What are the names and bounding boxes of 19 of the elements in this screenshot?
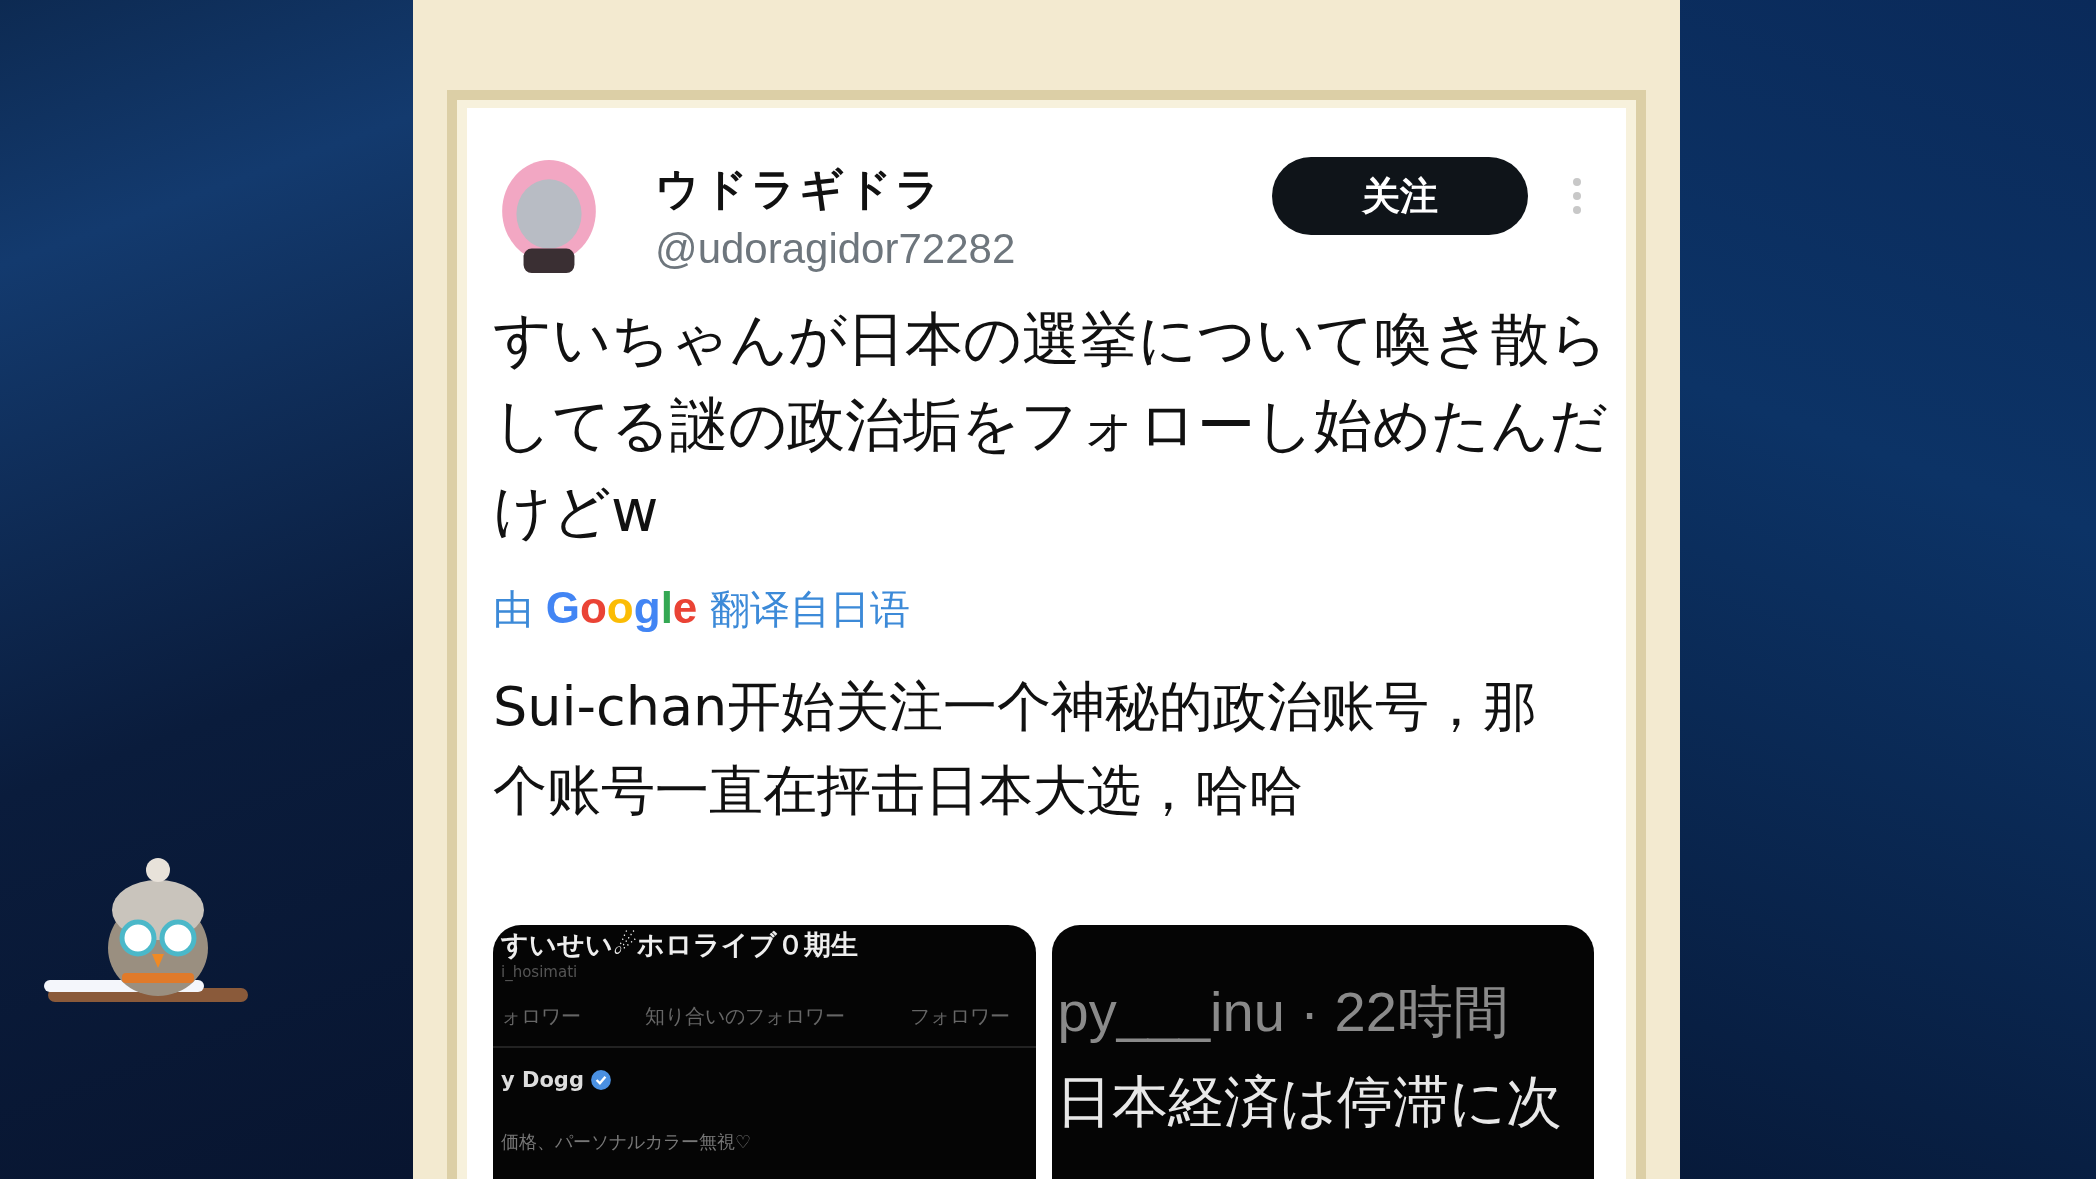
tab-label: 知り合いのフォロワー: [645, 1003, 846, 1030]
tab-label: フォロワー: [909, 1003, 1010, 1030]
profile-name: すいせい☄ホロライブ０期生: [500, 928, 860, 962]
follow-button[interactable]: 关注: [1272, 157, 1528, 235]
post-text: 日本経済は停滞に次: [1054, 1068, 1563, 1136]
translated-text: Sui-chan开始关注一个神秘的政治账号，那个账号一直在抨击日本大选，哈哈: [493, 674, 1538, 824]
screenshot-image[interactable]: すいせい☄ホロライブ０期生 i_hosimati ォロワー 知り合いのフォロワー フォロワー y Dogg 価格、パーソナルカラー無視♡: [493, 925, 1036, 1179]
verified-icon: [589, 1069, 612, 1091]
author-handle: @udoragidor72282: [655, 224, 1017, 273]
follower-bio: 価格、パーソナルカラー無視♡: [500, 1130, 753, 1154]
more-icon[interactable]: [1572, 176, 1582, 216]
tweet-text: すいちゃんが日本の選挙について喚き散らしてる謎の政治垢をフォローし始めたんだけどw: [493, 304, 1609, 547]
author-name: ウドラギドラ: [655, 161, 944, 216]
follower-name: y Dogg: [501, 1068, 584, 1092]
tab-label: ォロワー: [501, 1003, 581, 1030]
screenshot-image[interactable]: py___inu · 22時間 日本経済は停滞に次: [1051, 925, 1594, 1179]
post-meta: py___inu · 22時間: [1056, 979, 1510, 1045]
translation-note[interactable]: 由 Google 翻译自日语: [493, 582, 911, 637]
profile-handle: i_hosimati: [500, 963, 579, 981]
